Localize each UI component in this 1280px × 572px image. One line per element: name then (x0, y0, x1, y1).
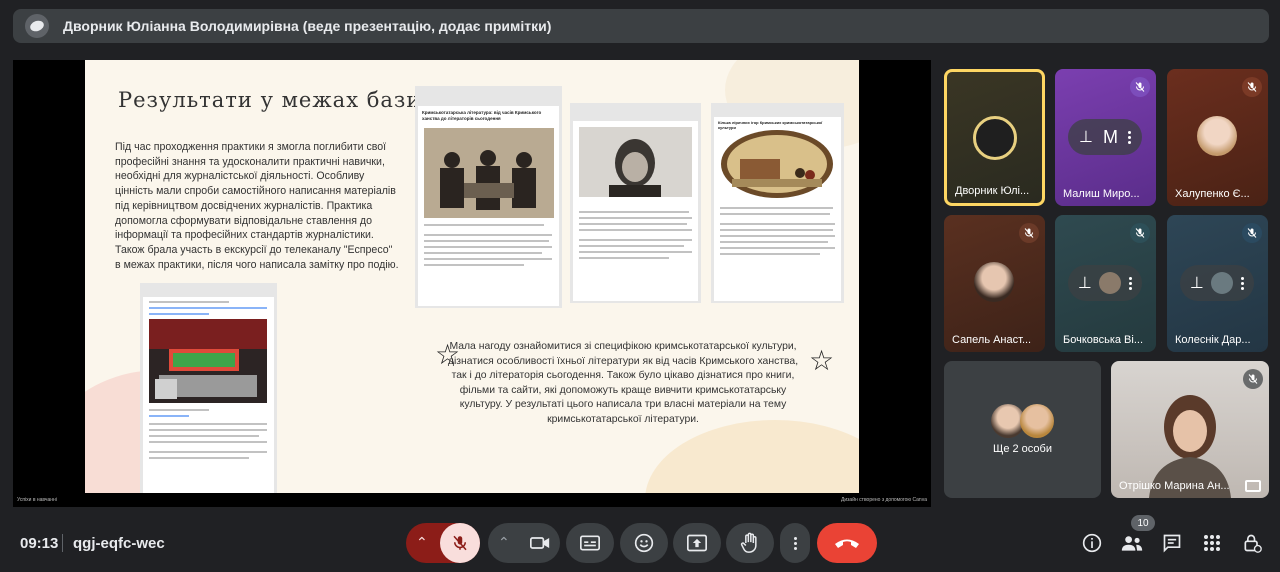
avatar (1197, 116, 1237, 156)
raise-hand-button[interactable] (726, 523, 774, 563)
mic-options-chevron-icon[interactable]: ⌃ (416, 534, 428, 551)
presenter-title: Дворник Юліанна Володимирівна (веде през… (63, 18, 552, 34)
meeting-code: qgj-eqfc-wec (73, 535, 165, 552)
slide-footer: Успіхи в навчанні Дизайн створено з допо… (13, 493, 931, 507)
present-icon (687, 534, 707, 552)
info-icon (1082, 533, 1102, 553)
doc1-photo (424, 128, 554, 218)
tile-actions-pill[interactable]: ⊥ (1068, 265, 1142, 301)
participant-name: Отрішко Марина Ан... (1119, 480, 1230, 492)
leave-call-button[interactable] (817, 523, 877, 563)
host-controls-icon (1244, 534, 1262, 553)
end-call-icon (835, 539, 859, 548)
doc3-painting (721, 130, 833, 198)
participant-tile-bochkovska[interactable]: ⊥ Бочковська Ві... (1055, 215, 1156, 352)
participant-name: Бочковська Ві... (1063, 334, 1144, 346)
pin-icon[interactable]: ⊥ (1190, 273, 1204, 293)
avatar (973, 116, 1017, 160)
slide-body: Під час проходження практики я змогла по… (115, 141, 399, 271)
present-button[interactable] (673, 523, 721, 563)
tile-actions-pill[interactable]: ⊥ М (1068, 119, 1142, 155)
presenter-banner: Дворник Юліанна Володимирівна (веде през… (13, 9, 1269, 43)
tile-actions-pill[interactable]: ⊥ (1180, 265, 1254, 301)
document-preview-2 (570, 103, 701, 303)
avatar (1211, 272, 1234, 294)
mic-control-group: ⌃ (406, 523, 480, 563)
more-options-icon[interactable] (1241, 276, 1245, 290)
participant-tile-dvornyk[interactable]: Дворник Юлі... (944, 69, 1045, 206)
mic-off-icon (1130, 77, 1150, 97)
pin-icon[interactable]: ⊥ (1079, 127, 1093, 147)
meeting-time: 09:13 (20, 535, 59, 552)
activities-button[interactable] (1200, 531, 1224, 555)
more-options-button[interactable] (780, 523, 810, 563)
mic-toggle-button[interactable] (440, 523, 480, 563)
mic-off-icon (1130, 223, 1150, 243)
emoji-icon (634, 533, 654, 553)
doc1-heading: Кримськотатарська література: від часів … (422, 110, 542, 121)
avatar (974, 262, 1014, 302)
star-doodle-right-icon: ☆ (809, 345, 835, 376)
slide-footer-right: Дизайн створено з допомогою Canva (840, 497, 927, 503)
activities-icon (1204, 535, 1220, 551)
chat-icon (1163, 534, 1181, 553)
camera-control-group: ⌃ (488, 523, 560, 563)
people-count-badge: 10 (1131, 515, 1155, 531)
mic-off-icon (1242, 77, 1262, 97)
slide-caption: Мала нагоду ознайомитися зі специфікою к… (447, 341, 799, 425)
host-controls-button[interactable] (1240, 531, 1264, 555)
mic-off-icon (1242, 223, 1262, 243)
document-preview-3: Кілька ліричних ігор Кримських кримськот… (711, 103, 844, 303)
presentation-area: Результати у межах бази практики Під час… (13, 60, 931, 507)
doc4-studio-photo (149, 319, 267, 403)
participant-name: Колеснік Дар... (1175, 334, 1251, 346)
more-options-icon[interactable] (1129, 276, 1133, 290)
document-preview-4 (140, 283, 277, 493)
participant-tile-kolesnik[interactable]: ⊥ Колеснік Дар... (1167, 215, 1268, 352)
more-options-icon[interactable] (1127, 130, 1131, 144)
participant-name: Малиш Миро... (1063, 188, 1140, 200)
participant-tile-sapel[interactable]: Сапель Анаст... (944, 215, 1045, 352)
camera-icon (530, 537, 550, 549)
pip-icon[interactable] (1245, 480, 1261, 492)
avatar (1020, 404, 1054, 438)
participant-tile-otrishko[interactable]: Отрішко Марина Ан... (1111, 361, 1269, 498)
more-options-icon (793, 536, 797, 550)
others-label: Ще 2 особи (993, 443, 1052, 455)
doc2-photo (579, 127, 692, 197)
participant-name: Сапель Анаст... (952, 334, 1032, 346)
mic-off-icon (1243, 369, 1263, 389)
participant-tile-others[interactable]: Ще 2 особи (944, 361, 1101, 498)
people-button[interactable] (1120, 531, 1144, 555)
meeting-details-button[interactable] (1080, 531, 1104, 555)
participant-tile-malysh[interactable]: ⊥ М Малиш Миро... (1055, 69, 1156, 206)
slide: Результати у межах бази практики Під час… (85, 60, 859, 493)
reactions-button[interactable] (620, 523, 668, 563)
presenter-avatar (25, 14, 49, 38)
document-preview-1: Кримськотатарська література: від часів … (415, 86, 562, 308)
people-icon (1121, 536, 1143, 551)
mic-off-icon (453, 535, 467, 551)
chat-button[interactable] (1160, 531, 1184, 555)
avatar (1099, 272, 1122, 294)
camera-toggle-button[interactable] (520, 523, 560, 563)
pill-letter: М (1102, 126, 1118, 147)
meet-window: Дворник Юліанна Володимирівна (веде през… (0, 0, 1280, 572)
mic-off-icon (1019, 223, 1039, 243)
captions-button[interactable] (566, 523, 614, 563)
participant-tile-khalupenko[interactable]: Халупенко Є... (1167, 69, 1268, 206)
participant-name: Халупенко Є... (1175, 188, 1250, 200)
captions-icon (580, 535, 600, 551)
camera-options-chevron-icon[interactable]: ⌃ (498, 534, 510, 551)
pin-icon[interactable]: ⊥ (1078, 273, 1092, 293)
raise-hand-icon (740, 532, 757, 553)
slide-footer-left: Успіхи в навчанні (17, 497, 57, 503)
participant-name: Дворник Юлі... (955, 185, 1030, 197)
